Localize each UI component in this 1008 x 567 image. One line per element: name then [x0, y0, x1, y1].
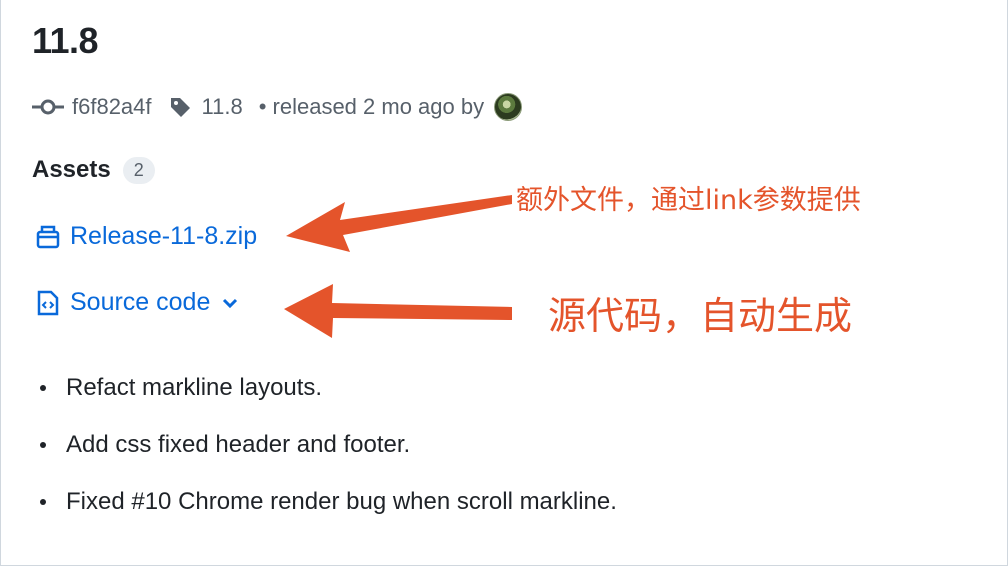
annotation-extra-files: 额外文件，通过link参数提供: [516, 185, 861, 216]
arrow-to-source-code: [284, 284, 512, 338]
annotation-arrows: [284, 195, 512, 338]
arrow-to-zip: [286, 195, 512, 252]
annotation-source-code: 源代码，自动生成: [548, 294, 853, 338]
